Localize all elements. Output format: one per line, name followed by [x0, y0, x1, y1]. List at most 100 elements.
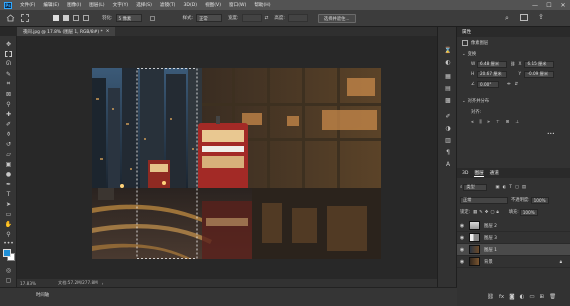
lock-pixels-icon[interactable]: ▦: [473, 210, 477, 215]
stamp-tool-icon[interactable]: ⚱: [4, 130, 13, 138]
kind-filter-select[interactable]: 类型: [463, 183, 488, 191]
filter-pixel-icon[interactable]: ▣: [495, 185, 499, 190]
menu-select[interactable]: 选择(S): [132, 2, 156, 8]
angle-input[interactable]: 0.00°: [477, 81, 499, 88]
adjustment-icon[interactable]: ◐: [520, 294, 525, 300]
search-icon[interactable]: ⌕: [505, 14, 509, 23]
history-brush-icon[interactable]: ↺: [4, 140, 13, 148]
menu-window[interactable]: 窗口(W): [225, 2, 250, 8]
filter-shape-icon[interactable]: ▢: [515, 185, 519, 190]
menu-3d[interactable]: 3D(D): [179, 3, 201, 8]
foreground-color-swatch[interactable]: [3, 249, 11, 257]
group-icon[interactable]: ▭: [529, 294, 534, 300]
close-button[interactable]: ✕: [556, 0, 570, 10]
color-icon[interactable]: ◐: [444, 59, 452, 66]
feather-input[interactable]: 5 像素: [115, 14, 142, 22]
link-icon[interactable]: ⛓: [510, 62, 515, 67]
layer-row[interactable]: ◉ 图层 3: [457, 232, 570, 244]
zoom-tool-icon[interactable]: ⚲: [4, 230, 13, 238]
paragraph-icon[interactable]: ¶: [444, 149, 452, 156]
filter-smart-icon[interactable]: ▤: [522, 185, 526, 190]
menu-file[interactable]: 文件(F): [16, 2, 39, 8]
eye-icon[interactable]: ◉: [457, 235, 467, 241]
marquee-tool-icon[interactable]: [4, 50, 13, 58]
timeline-tab[interactable]: 时间轴: [36, 292, 49, 298]
status-chevron-icon[interactable]: ›: [102, 281, 104, 286]
more-tools-icon[interactable]: •••: [3, 239, 14, 247]
tab-3d[interactable]: 3D: [462, 171, 468, 176]
align-center-h-icon[interactable]: ⫼: [479, 120, 481, 125]
lock-move-icon[interactable]: ✥: [485, 210, 489, 215]
menu-type[interactable]: 文字(Y): [109, 2, 133, 8]
new-selection-icon[interactable]: [53, 15, 59, 21]
eyedropper-tool-icon[interactable]: ⚲: [4, 100, 13, 108]
h-input[interactable]: 20.67 厘米: [477, 70, 507, 78]
filter-type-icon[interactable]: T: [509, 185, 512, 190]
lock-artboard-icon[interactable]: ▢: [490, 210, 494, 215]
align-header[interactable]: ⌄ 对齐并分布: [457, 94, 570, 108]
fx-icon[interactable]: fx: [499, 294, 504, 300]
swatches-icon[interactable]: ▦: [444, 73, 452, 80]
patterns-icon[interactable]: ▩: [444, 97, 452, 104]
history-icon[interactable]: ⌛: [444, 47, 452, 54]
menu-help[interactable]: 帮助(H): [250, 2, 274, 8]
menu-edit[interactable]: 编辑(E): [39, 2, 63, 8]
layer-row[interactable]: ◉ 图层 2: [457, 220, 570, 232]
layer-name[interactable]: 图层 3: [484, 235, 497, 241]
document-image[interactable]: [92, 68, 381, 259]
style-select[interactable]: 正常: [196, 14, 223, 22]
lock-paint-icon[interactable]: ✎: [479, 210, 483, 215]
fill-input[interactable]: 100%: [519, 208, 538, 216]
layer-row[interactable]: ◉ 背景 🔒︎: [457, 256, 570, 268]
layer-row-selected[interactable]: ◉ 图层 1: [457, 244, 570, 256]
adjustments-icon[interactable]: ◑: [444, 125, 452, 132]
width-input[interactable]: [241, 14, 262, 22]
layer-name[interactable]: 图层 1: [484, 247, 497, 253]
mask-icon[interactable]: ◙: [509, 294, 514, 300]
libraries-icon[interactable]: ▥: [444, 137, 452, 144]
align-middle-v-icon[interactable]: ⊞: [506, 120, 510, 125]
quick-mask-icon[interactable]: ◎: [4, 266, 13, 274]
tab-channels[interactable]: 通道: [490, 170, 499, 176]
close-tab-icon[interactable]: ×: [106, 29, 110, 34]
type-tool-icon[interactable]: T: [4, 190, 13, 198]
swap-icon[interactable]: ⇄: [265, 16, 269, 21]
properties-tab[interactable]: 属性: [462, 29, 471, 35]
eye-icon[interactable]: ◉: [457, 247, 467, 253]
healing-tool-icon[interactable]: ✚: [4, 110, 13, 118]
frame-tool-icon[interactable]: ⊠: [4, 90, 13, 98]
crop-tool-icon[interactable]: ⌗: [4, 80, 13, 88]
blend-mode-select[interactable]: 正常: [460, 196, 508, 204]
w-input[interactable]: 6.48 厘米: [477, 60, 507, 68]
shape-tool-icon[interactable]: ▭: [4, 210, 13, 218]
gradient-tool-icon[interactable]: ▣: [4, 160, 13, 168]
move-tool-icon[interactable]: ✥: [4, 40, 13, 48]
menu-filter[interactable]: 滤镜(T): [156, 2, 180, 8]
menu-view[interactable]: 视图(V): [201, 2, 225, 8]
screen-mode-icon[interactable]: ▢: [4, 276, 13, 284]
eye-icon[interactable]: ◉: [457, 259, 467, 265]
lock-all-icon[interactable]: 🔒︎: [496, 210, 498, 215]
new-layer-icon[interactable]: ⊞: [540, 294, 545, 300]
menu-image[interactable]: 图像(I): [63, 2, 85, 8]
path-select-tool-icon[interactable]: ➤: [4, 200, 13, 208]
lasso-tool-icon[interactable]: ᘏ: [4, 60, 13, 68]
eye-icon[interactable]: ◉: [457, 223, 467, 229]
transform-header[interactable]: ⌄ 变换: [457, 49, 570, 59]
home-icon[interactable]: [6, 14, 15, 22]
minimize-button[interactable]: —: [528, 0, 542, 10]
y-input[interactable]: -0.09 厘米: [524, 70, 555, 78]
pen-tool-icon[interactable]: ✒: [4, 180, 13, 188]
document-tab[interactable]: 夜间.jpg @ 17.8% (图层 1, RGB/8#) * ×: [17, 27, 116, 36]
link-icon[interactable]: ⛓: [487, 294, 494, 300]
menu-layer[interactable]: 图层(L): [85, 2, 108, 8]
x-input[interactable]: 6.15 厘米: [524, 60, 555, 68]
align-bottom-icon[interactable]: ⊥: [515, 120, 519, 125]
opacity-input[interactable]: 100%: [530, 196, 549, 204]
antialias-checkbox[interactable]: [149, 15, 155, 21]
share-icon[interactable]: ⇪: [538, 13, 544, 21]
align-right-icon[interactable]: ⫸: [487, 120, 489, 125]
gradients-icon[interactable]: ▤: [444, 85, 452, 92]
dodge-tool-icon[interactable]: ●: [4, 170, 13, 178]
filter-adjust-icon[interactable]: ◐: [502, 185, 506, 190]
